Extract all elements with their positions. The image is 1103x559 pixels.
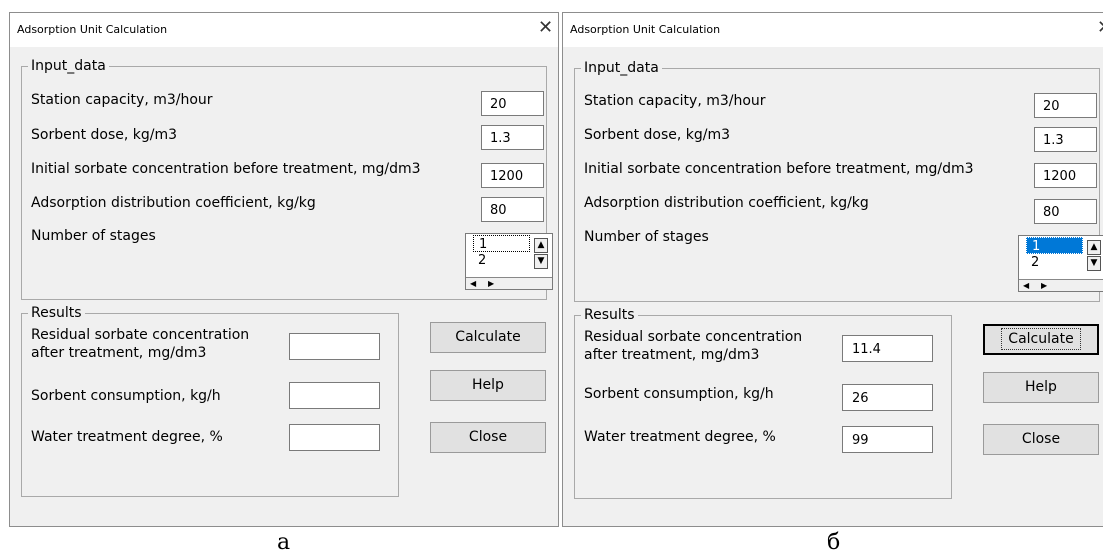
help-button[interactable]: Help (983, 372, 1099, 403)
dialog-window-b: Adsorption Unit Calculation ✕ Input_data… (562, 12, 1103, 527)
water-treatment-degree-output[interactable]: 99 (842, 426, 933, 453)
sorbent-dose-input[interactable]: 1.3 (1034, 127, 1097, 152)
station-capacity-label: Station capacity, m3/hour (584, 93, 766, 109)
title-bar: Adsorption Unit Calculation ✕ (563, 13, 1103, 47)
sorbent-dose-label: Sorbent dose, kg/m3 (584, 127, 731, 143)
station-capacity-label: Station capacity, m3/hour (31, 92, 213, 108)
calculate-button-label: Calculate (1001, 328, 1081, 350)
water-treatment-degree-output[interactable] (289, 424, 380, 451)
initial-concentration-input[interactable]: 1200 (1034, 163, 1097, 188)
close-icon[interactable]: ✕ (1097, 18, 1103, 38)
scroll-down-arrow-icon[interactable]: ▼ (1087, 256, 1101, 271)
water-treatment-degree-label: Water treatment degree, % (31, 429, 223, 445)
scroll-left-arrow-icon[interactable]: ◀ (470, 279, 476, 288)
title-bar: Adsorption Unit Calculation ✕ (10, 13, 558, 47)
residual-concentration-label: Residual sorbate concentration after tre… (31, 327, 250, 361)
scroll-up-arrow-icon[interactable]: ▲ (1087, 240, 1101, 255)
close-button[interactable]: Close (983, 424, 1099, 455)
station-capacity-input[interactable]: 20 (481, 91, 544, 116)
number-of-stages-label: Number of stages (31, 228, 156, 244)
stage-option-1-selected[interactable]: 1 (1026, 237, 1083, 254)
input-data-legend: Input_data (584, 60, 659, 76)
scroll-left-arrow-icon[interactable]: ◀ (1023, 281, 1029, 290)
results-legend: Results (584, 307, 635, 323)
stage-option-2[interactable]: 2 (1026, 254, 1083, 271)
dialog-window-a: Adsorption Unit Calculation ✕ Input_data… (9, 12, 559, 527)
horizontal-scrollbar[interactable]: ◀ ▶ (1019, 279, 1103, 291)
number-of-stages-listbox[interactable]: 1 2 ▲ ▼ ◀ ▶ (1018, 235, 1103, 292)
sorbent-dose-label: Sorbent dose, kg/m3 (31, 127, 178, 143)
sorbent-consumption-output[interactable]: 26 (842, 384, 933, 411)
residual-concentration-output[interactable]: 11.4 (842, 335, 933, 362)
sorbent-consumption-label: Sorbent consumption, kg/h (31, 388, 221, 404)
scroll-down-arrow-icon[interactable]: ▼ (534, 254, 548, 269)
distribution-coefficient-input[interactable]: 80 (481, 197, 544, 222)
calculate-button[interactable]: Calculate (430, 322, 546, 353)
water-treatment-degree-label: Water treatment degree, % (584, 429, 776, 445)
input-data-legend: Input_data (31, 58, 106, 74)
calculate-button[interactable]: Calculate (983, 324, 1099, 355)
number-of-stages-listbox[interactable]: 1 2 ▲ ▼ ◀ ▶ (465, 233, 553, 290)
scroll-right-arrow-icon[interactable]: ▶ (488, 279, 494, 288)
initial-concentration-input[interactable]: 1200 (481, 163, 544, 188)
sorbent-consumption-output[interactable] (289, 382, 380, 409)
window-title: Adsorption Unit Calculation (570, 23, 721, 36)
stage-option-2[interactable]: 2 (473, 252, 530, 269)
caption-a: а (277, 530, 291, 555)
horizontal-scrollbar[interactable]: ◀ ▶ (466, 277, 552, 289)
number-of-stages-label: Number of stages (584, 229, 709, 245)
initial-concentration-label: Initial sorbate concentration before tre… (584, 161, 974, 177)
station-capacity-input[interactable]: 20 (1034, 93, 1097, 118)
sorbent-consumption-label: Sorbent consumption, kg/h (584, 386, 774, 402)
caption-b: б (827, 530, 841, 555)
close-button[interactable]: Close (430, 422, 546, 453)
help-button[interactable]: Help (430, 370, 546, 401)
distribution-coefficient-label: Adsorption distribution coefficient, kg/… (584, 195, 869, 211)
initial-concentration-label: Initial sorbate concentration before tre… (31, 161, 421, 177)
residual-concentration-output[interactable] (289, 333, 380, 360)
window-title: Adsorption Unit Calculation (17, 23, 168, 36)
residual-concentration-label: Residual sorbate concentration after tre… (584, 329, 803, 363)
sorbent-dose-input[interactable]: 1.3 (481, 125, 544, 150)
distribution-coefficient-label: Adsorption distribution coefficient, kg/… (31, 195, 316, 211)
stage-option-1[interactable]: 1 (473, 235, 530, 252)
scroll-up-arrow-icon[interactable]: ▲ (534, 238, 548, 253)
results-legend: Results (31, 305, 82, 321)
close-icon[interactable]: ✕ (538, 18, 553, 38)
distribution-coefficient-input[interactable]: 80 (1034, 199, 1097, 224)
scroll-right-arrow-icon[interactable]: ▶ (1041, 281, 1047, 290)
